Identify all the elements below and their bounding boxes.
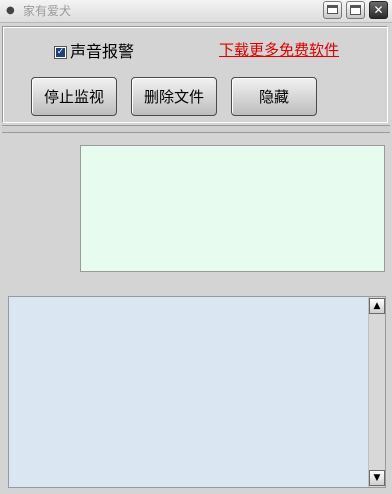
check-icon: ✓ — [56, 46, 65, 57]
maximize-icon — [350, 5, 361, 15]
window-title: 家有爱犬 — [23, 4, 72, 18]
minimize-button[interactable] — [323, 1, 342, 19]
arrow-down-icon: ▼ — [373, 473, 381, 483]
close-icon: ✕ — [373, 3, 384, 17]
vertical-scrollbar[interactable]: ▲ ▼ — [368, 297, 385, 487]
hide-button[interactable]: 隐藏 — [231, 77, 317, 116]
arrow-up-icon: ▲ — [373, 301, 381, 311]
scroll-down-button[interactable]: ▼ — [369, 470, 385, 486]
checkbox-box[interactable]: ✓ — [54, 45, 67, 59]
download-more-link[interactable]: 下载更多免费软件 — [219, 41, 339, 59]
sound-alarm-label: 声音报警 — [70, 42, 135, 61]
divider — [2, 125, 390, 133]
app-icon: ● — [6, 5, 15, 16]
close-button[interactable]: ✕ — [369, 1, 388, 19]
sound-alarm-checkbox[interactable]: ✓ 声音报警 — [54, 43, 134, 61]
stop-monitor-button[interactable]: 停止监视 — [31, 77, 117, 116]
title-bar[interactable]: ● 家有爱犬 ✕ — [0, 0, 392, 23]
delete-files-button[interactable]: 删除文件 — [131, 77, 217, 116]
scroll-up-button[interactable]: ▲ — [369, 298, 385, 314]
preview-pane — [80, 145, 385, 272]
minimize-icon — [327, 5, 338, 14]
maximize-button[interactable] — [346, 1, 365, 19]
log-area[interactable]: ▲ ▼ — [8, 296, 386, 488]
